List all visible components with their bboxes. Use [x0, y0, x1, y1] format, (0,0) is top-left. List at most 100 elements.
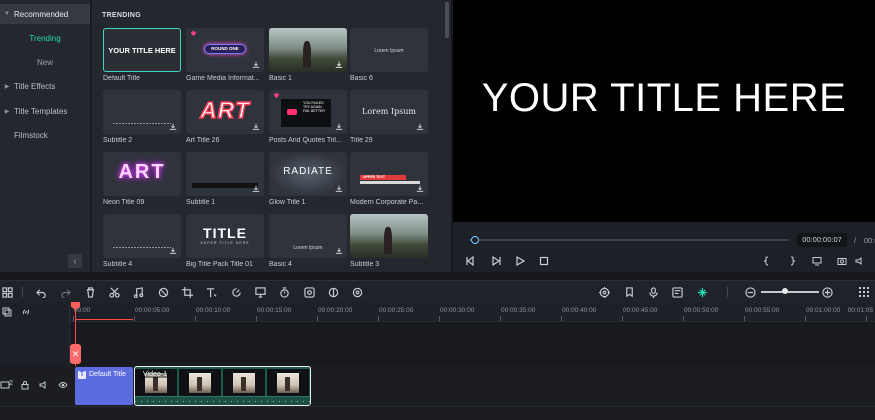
download-icon[interactable] — [252, 185, 260, 193]
lock-icon[interactable] — [20, 380, 30, 390]
download-icon[interactable] — [252, 123, 260, 131]
card-thumbnail[interactable]: YOUR TITLE HERE — [103, 28, 181, 72]
title-card-subtitle-4[interactable]: Subtitle 4 — [103, 214, 181, 268]
minus-icon[interactable] — [743, 285, 757, 299]
play-slow-icon[interactable] — [490, 255, 502, 267]
thumbnail-text: Lorem Ipsum — [362, 107, 416, 116]
card-thumbnail[interactable]: Lorem Ipsum — [350, 28, 428, 72]
tag-icon[interactable] — [156, 285, 170, 299]
title-card-title-29[interactable]: Lorem Ipsum Title 29 — [350, 90, 428, 144]
monitor-icon[interactable] — [811, 255, 823, 267]
title-card-art-title-26[interactable]: ART Art Title 26 — [186, 90, 264, 144]
preview-canvas[interactable]: YOUR TITLE HERE — [453, 0, 875, 222]
download-icon[interactable] — [335, 123, 343, 131]
speed-icon[interactable] — [229, 285, 243, 299]
card-thumbnail[interactable]: YOU FAILED TRY AGAIN FAIL BETTER — [269, 90, 347, 134]
title-card-glow-title-1[interactable]: RADIATE Glow Title 1 — [269, 152, 347, 206]
marker-icon[interactable] — [622, 285, 636, 299]
mask-icon[interactable] — [350, 285, 364, 299]
title-card-game-media[interactable]: ROUND ONE Game Media Informat... — [186, 28, 264, 82]
card-thumbnail[interactable]: TITLE SUPER TITLE HERE — [186, 214, 264, 258]
ai-icon[interactable] — [670, 285, 684, 299]
timer-icon[interactable] — [277, 285, 291, 299]
title-clip[interactable]: T Default Title — [75, 367, 133, 405]
sidebar-item-new[interactable]: New — [0, 52, 90, 72]
sidebar-item-filmstock[interactable]: Filmstock — [0, 125, 90, 145]
text-icon[interactable] — [204, 285, 218, 299]
mic-icon[interactable] — [646, 285, 660, 299]
card-thumbnail[interactable] — [103, 214, 181, 258]
title-card-posts-quotes[interactable]: YOU FAILED TRY AGAIN FAIL BETTER Posts A… — [269, 90, 347, 144]
card-thumbnail[interactable] — [103, 90, 181, 134]
sidebar-item-title-templates[interactable]: ▶ Title Templates — [0, 101, 90, 121]
cut-icon[interactable] — [107, 285, 121, 299]
plus-icon[interactable] — [820, 285, 834, 299]
color-icon[interactable] — [326, 285, 340, 299]
title-card-subtitle-2[interactable]: Subtitle 2 — [103, 90, 181, 144]
stop-icon[interactable] — [538, 255, 550, 267]
time-ruler[interactable]: 00:00 00:00:05:00 00:00:10:00 00:00:15:00 00… — [70, 302, 875, 322]
volume-icon[interactable] — [854, 255, 866, 267]
download-icon[interactable] — [252, 61, 260, 69]
title-card-basic-4[interactable]: Lorem Ipsum Basic 4 — [269, 214, 347, 268]
mark-in-icon[interactable] — [761, 255, 773, 267]
grid-icon[interactable] — [858, 286, 870, 298]
snapshot-icon[interactable] — [836, 255, 848, 267]
card-thumbnail[interactable] — [186, 152, 264, 196]
title-card-basic-6[interactable]: Lorem Ipsum Basic 6 — [350, 28, 428, 82]
undo-icon[interactable] — [34, 285, 48, 299]
snap-icon[interactable] — [695, 285, 709, 299]
download-icon[interactable] — [416, 123, 424, 131]
zoom-slider-handle[interactable] — [782, 288, 789, 294]
preview-title-text[interactable]: YOUR TITLE HERE — [453, 76, 875, 121]
eye-icon[interactable] — [58, 380, 68, 390]
card-thumbnail[interactable] — [350, 214, 428, 258]
card-thumbnail[interactable]: ROUND ONE — [186, 28, 264, 72]
redo-icon[interactable] — [58, 285, 72, 299]
speaker-icon[interactable] — [39, 380, 49, 390]
play-icon[interactable] — [514, 255, 526, 267]
video-clip[interactable]: Video-1 — [134, 366, 311, 406]
sidebar-item-title-effects[interactable]: ▶ Title Effects — [0, 76, 90, 96]
link-icon[interactable] — [21, 307, 31, 317]
delete-icon[interactable] — [83, 285, 97, 299]
layout-icon[interactable] — [0, 285, 14, 299]
card-thumbnail[interactable]: Lorem Ipsum — [269, 214, 347, 258]
download-icon[interactable] — [416, 185, 424, 193]
render-icon[interactable] — [597, 285, 611, 299]
download-icon[interactable] — [169, 123, 177, 131]
card-thumbnail[interactable]: UPPER TEXT — [350, 152, 428, 196]
library-scrollbar[interactable] — [445, 2, 449, 38]
title-card-subtitle-1[interactable]: Subtitle 1 — [186, 152, 264, 206]
title-card-basic-1[interactable]: Basic 1 — [269, 28, 347, 82]
card-thumbnail[interactable]: ART — [186, 90, 264, 134]
card-thumbnail[interactable]: RADIATE — [269, 152, 347, 196]
add-track-icon[interactable] — [2, 307, 12, 317]
card-thumbnail[interactable] — [269, 28, 347, 72]
title-card-neon-title-09[interactable]: ART Neon Title 09 — [103, 152, 181, 206]
thumbnail-text: ART — [199, 96, 250, 124]
card-thumbnail[interactable]: Lorem Ipsum — [350, 90, 428, 134]
prev-frame-icon[interactable] — [464, 255, 476, 267]
split-marker[interactable]: ✕ — [70, 344, 81, 364]
zoom-slider-track[interactable] — [761, 291, 819, 293]
title-card-default-title[interactable]: YOUR TITLE HERE Default Title — [103, 28, 181, 82]
audio-icon[interactable] — [131, 285, 145, 299]
download-icon[interactable] — [335, 61, 343, 69]
card-thumbnail[interactable]: ART — [103, 152, 181, 196]
title-card-subtitle-3[interactable]: Subtitle 3 — [350, 214, 428, 268]
download-icon[interactable] — [335, 185, 343, 193]
download-icon[interactable] — [169, 247, 177, 255]
freeze-icon[interactable] — [253, 285, 267, 299]
scrub-track[interactable] — [469, 239, 789, 241]
crop-icon[interactable] — [180, 285, 194, 299]
collapse-sidebar-button[interactable]: ‹ — [68, 254, 82, 268]
title-card-modern-corporate[interactable]: UPPER TEXT Modern Corporate Pa... — [350, 152, 428, 206]
title-card-big-title-pack-01[interactable]: TITLE SUPER TITLE HERE Big Title Pack Ti… — [186, 214, 264, 268]
stabilize-icon[interactable] — [302, 285, 316, 299]
download-icon[interactable] — [335, 247, 343, 255]
sidebar-item-recommended[interactable]: ▼ Recommended — [0, 4, 90, 24]
sidebar-item-trending[interactable]: Trending — [0, 28, 90, 48]
mark-out-icon[interactable] — [786, 255, 798, 267]
scrub-handle[interactable] — [471, 236, 480, 244]
